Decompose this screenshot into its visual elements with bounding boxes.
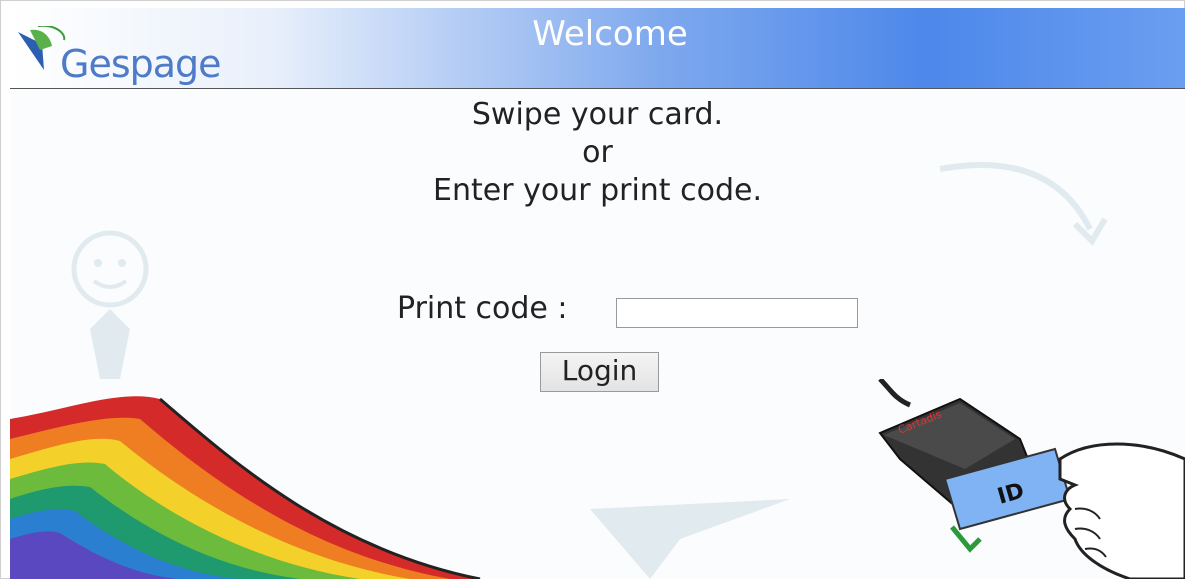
print-code-label: Print code : bbox=[397, 291, 568, 326]
gespage-logo: Gespage bbox=[12, 16, 252, 90]
rainbow-pages-decoration bbox=[10, 396, 481, 579]
header-bar: Gespage Welcome bbox=[10, 8, 1185, 89]
page-title: Welcome bbox=[532, 14, 688, 54]
print-code-input[interactable] bbox=[616, 298, 858, 328]
smiley-person-icon bbox=[71, 230, 149, 379]
logo-text: Gespage bbox=[60, 42, 222, 86]
main-content: Swipe your card. or Enter your print cod… bbox=[10, 89, 1185, 579]
instruction-swipe: Swipe your card. bbox=[471, 97, 724, 132]
kiosk-window: Gespage Welcome Swipe your card. or Ente… bbox=[0, 0, 1185, 579]
login-button[interactable]: Login bbox=[540, 352, 659, 392]
card-reader-illustration: Cartadis ID bbox=[878, 379, 1185, 579]
instruction-print-code: Enter your print code. bbox=[433, 173, 762, 208]
paper-plane-icon bbox=[590, 499, 790, 579]
instruction-or: or bbox=[582, 135, 613, 170]
